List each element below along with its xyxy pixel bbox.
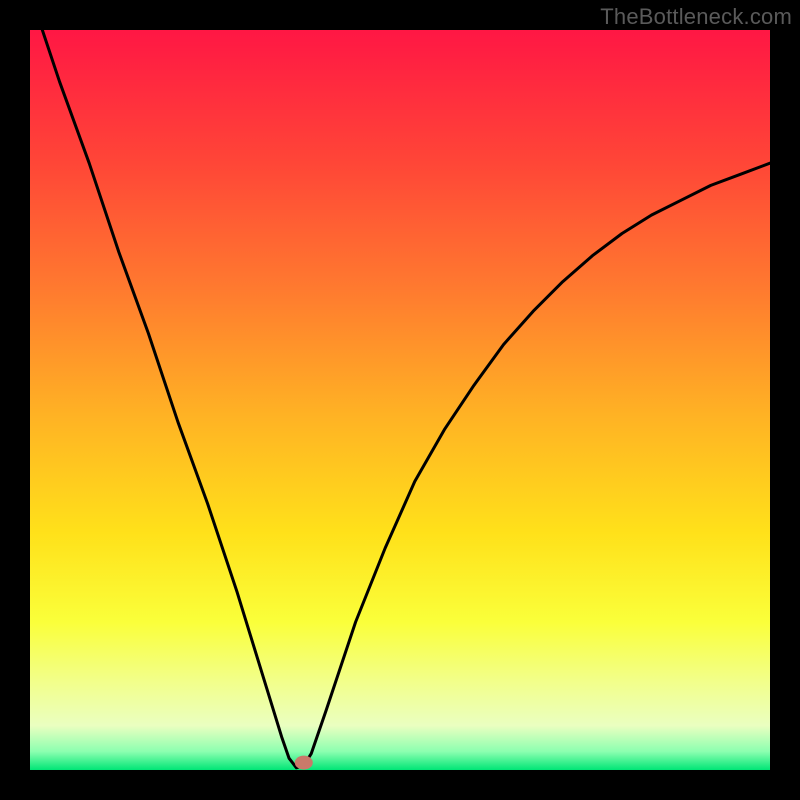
attribution-text: TheBottleneck.com bbox=[600, 4, 792, 30]
gradient-background bbox=[30, 30, 770, 770]
bottleneck-chart bbox=[30, 30, 770, 770]
optimum-marker bbox=[295, 756, 313, 770]
plot-area bbox=[30, 30, 770, 770]
chart-container: TheBottleneck.com bbox=[0, 0, 800, 800]
